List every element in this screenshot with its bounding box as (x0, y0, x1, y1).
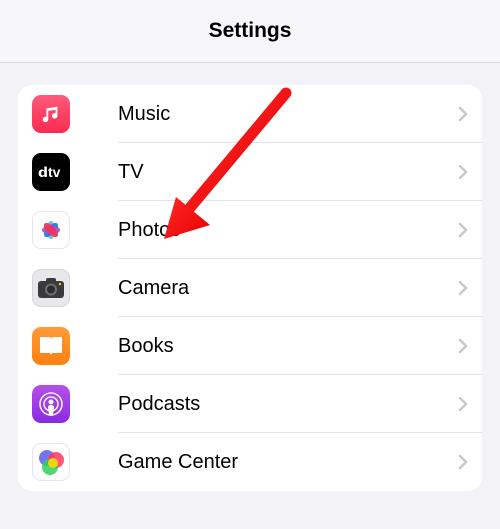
svg-text:𝗱tv: 𝗱tv (38, 164, 61, 180)
music-icon (32, 95, 70, 133)
chevron-right-icon (458, 164, 468, 180)
row-camera[interactable]: Camera (18, 259, 482, 317)
row-gamecenter[interactable]: Game Center (18, 433, 482, 491)
row-label: Photos (118, 219, 458, 242)
chevron-right-icon (458, 338, 468, 354)
row-label: Game Center (118, 451, 458, 474)
chevron-right-icon (458, 280, 468, 296)
header: Settings (0, 0, 500, 63)
tv-icon: 𝗱tv (32, 153, 70, 191)
row-books[interactable]: Books (18, 317, 482, 375)
page-title: Settings (209, 19, 292, 43)
row-label: Books (118, 335, 458, 358)
settings-group: Music 𝗱tv TV (18, 85, 482, 491)
podcasts-icon (32, 385, 70, 423)
content: Music 𝗱tv TV (0, 63, 500, 491)
chevron-right-icon (458, 396, 468, 412)
row-label: Music (118, 103, 458, 126)
row-tv[interactable]: 𝗱tv TV (18, 143, 482, 201)
row-music[interactable]: Music (18, 85, 482, 143)
chevron-right-icon (458, 222, 468, 238)
books-icon (32, 327, 70, 365)
camera-icon (32, 269, 70, 307)
row-label: TV (118, 161, 458, 184)
chevron-right-icon (458, 106, 468, 122)
gamecenter-icon (32, 443, 70, 481)
row-label: Camera (118, 277, 458, 300)
chevron-right-icon (458, 454, 468, 470)
row-photos[interactable]: Photos (18, 201, 482, 259)
photos-icon (32, 211, 70, 249)
row-label: Podcasts (118, 393, 458, 416)
row-podcasts[interactable]: Podcasts (18, 375, 482, 433)
